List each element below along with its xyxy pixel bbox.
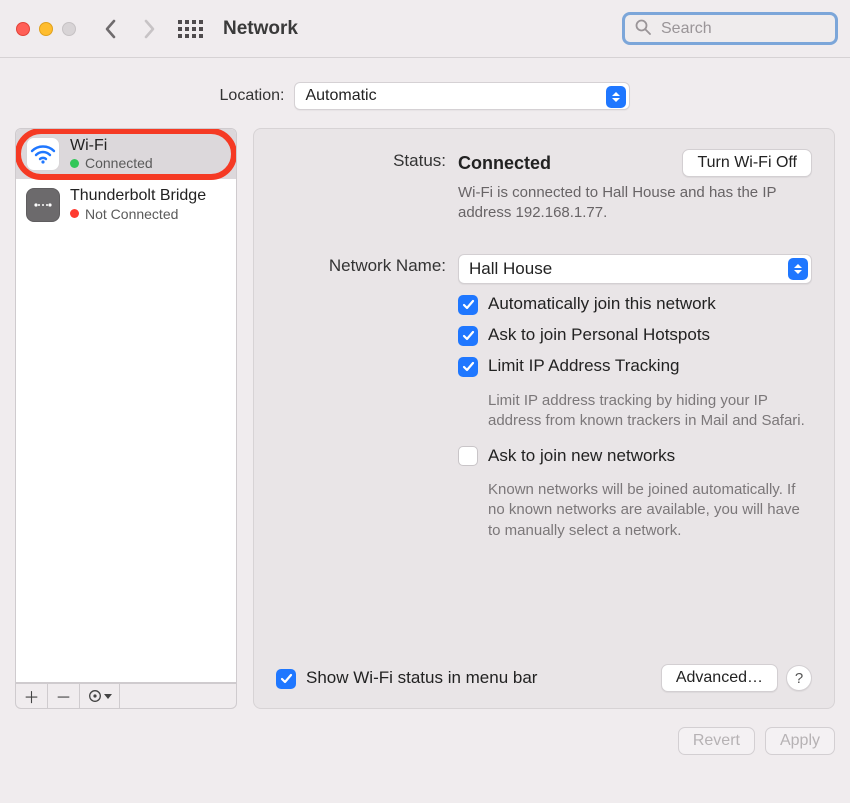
limit-ip-checkbox-row: Limit IP Address Tracking Limit IP addre… (458, 356, 812, 432)
status-dot-icon (70, 209, 79, 218)
help-button[interactable]: ? (786, 665, 812, 691)
limit-ip-label: Limit IP Address Tracking (488, 356, 680, 376)
chevron-down-icon (104, 694, 112, 699)
network-name-select[interactable]: Hall House (458, 254, 812, 284)
status-value: Connected (458, 153, 551, 174)
search-icon (635, 19, 651, 39)
apps-grid-icon (178, 20, 203, 38)
sidebar-item-title: Wi-Fi (70, 137, 153, 155)
minimize-window-button[interactable] (39, 22, 53, 36)
search-input[interactable] (659, 19, 825, 39)
back-button[interactable] (104, 19, 118, 39)
sidebar-item-thunderbolt[interactable]: Thunderbolt Bridge Not Connected (16, 179, 236, 229)
forward-button[interactable] (142, 19, 156, 39)
personal-hotspots-checkbox[interactable] (458, 326, 478, 346)
limit-ip-checkbox[interactable] (458, 357, 478, 377)
close-window-button[interactable] (16, 22, 30, 36)
menubar-status-label: Show Wi-Fi status in menu bar (306, 668, 537, 688)
window-title: Network (223, 18, 298, 40)
limit-ip-description: Limit IP address tracking by hiding your… (488, 391, 812, 432)
detail-panel: Status: Connected Turn Wi-Fi Off Wi-Fi i… (253, 128, 835, 709)
turn-wifi-off-button[interactable]: Turn Wi-Fi Off (682, 149, 812, 177)
auto-join-checkbox-row: Automatically join this network (458, 294, 812, 315)
sidebar-item-wifi[interactable]: Wi-Fi Connected (16, 129, 236, 179)
ask-new-checkbox-row: Ask to join new networks Known networks … (458, 445, 812, 541)
chevron-updown-icon (788, 258, 808, 280)
location-value: Automatic (305, 87, 376, 105)
window-controls (16, 22, 76, 36)
sidebar-item-status: Not Connected (85, 206, 178, 222)
remove-interface-button[interactable]: － (48, 684, 80, 708)
gear-menu-icon (88, 689, 102, 703)
ask-new-checkbox[interactable] (458, 446, 478, 466)
sidebar-footer: ＋ － (15, 683, 237, 709)
network-name-value: Hall House (469, 259, 552, 279)
network-name-label: Network Name: (276, 254, 446, 541)
chevron-updown-icon (606, 86, 626, 108)
auto-join-label: Automatically join this network (488, 294, 716, 314)
search-field[interactable] (622, 12, 838, 45)
personal-hotspots-checkbox-row: Ask to join Personal Hotspots (458, 325, 812, 346)
personal-hotspots-label: Ask to join Personal Hotspots (488, 325, 710, 345)
status-dot-icon (70, 159, 79, 168)
status-description: Wi-Fi is connected to Hall House and has… (458, 183, 812, 224)
interface-list: Wi-Fi Connected Thunderb (15, 128, 237, 683)
menubar-status-checkbox[interactable] (276, 669, 296, 689)
thunderbolt-icon (26, 188, 60, 222)
ask-new-description: Known networks will be joined automatica… (488, 480, 812, 541)
location-select[interactable]: Automatic (294, 82, 630, 110)
toolbar: .grid-icon svg { display:none; } .grid4x… (0, 0, 850, 58)
ask-new-label: Ask to join new networks (488, 446, 675, 466)
location-row: Location: Automatic (0, 58, 850, 128)
apply-button[interactable]: Apply (765, 727, 835, 755)
window-footer: Revert Apply (0, 709, 850, 755)
interface-actions-menu[interactable] (80, 684, 120, 708)
fullscreen-window-button[interactable] (62, 22, 76, 36)
location-label: Location: (220, 87, 285, 105)
advanced-button[interactable]: Advanced… (661, 664, 778, 692)
status-label: Status: (276, 149, 446, 224)
revert-button[interactable]: Revert (678, 727, 755, 755)
sidebar-item-title: Thunderbolt Bridge (70, 187, 206, 205)
add-interface-button[interactable]: ＋ (16, 684, 48, 708)
sidebar-item-status: Connected (85, 155, 153, 171)
auto-join-checkbox[interactable] (458, 295, 478, 315)
wifi-icon (26, 137, 60, 171)
